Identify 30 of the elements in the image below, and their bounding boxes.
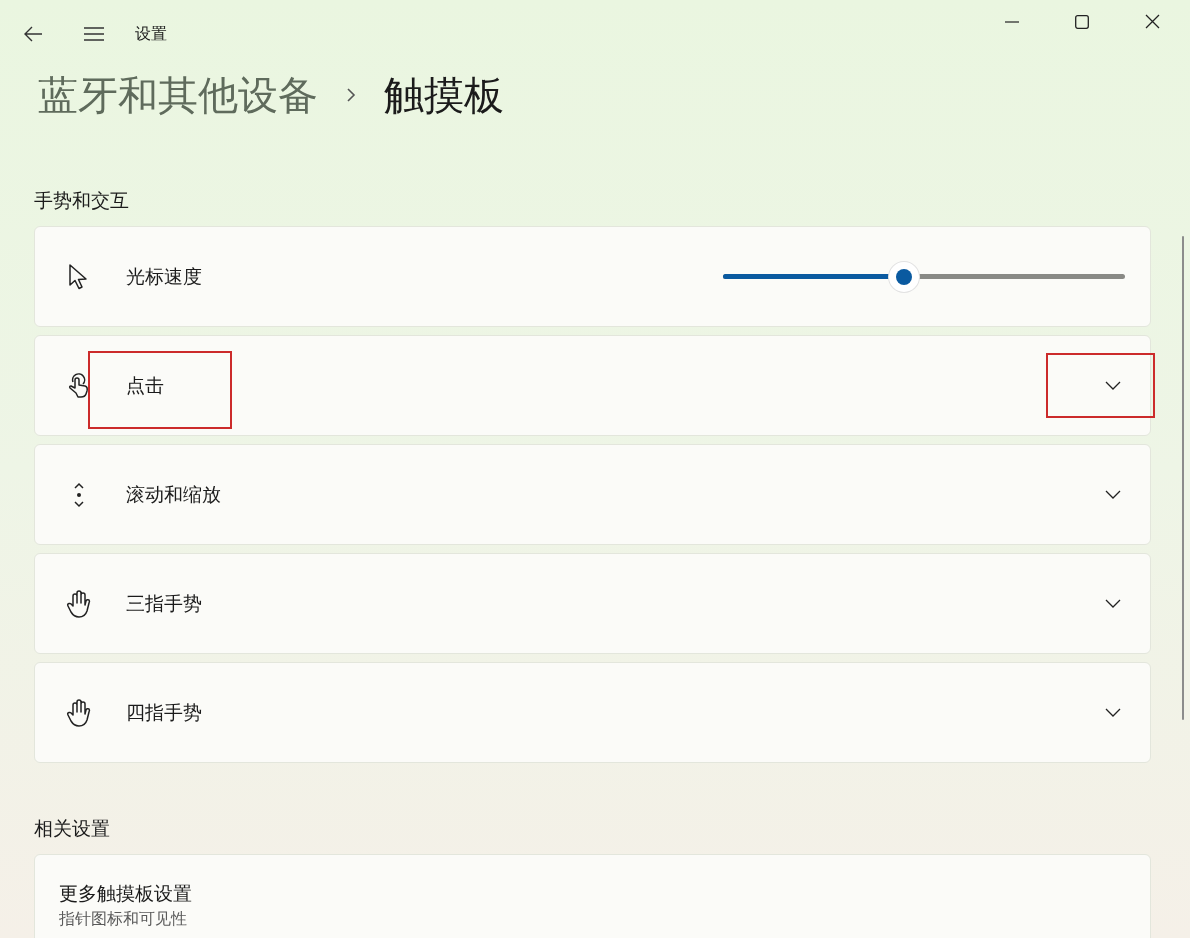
- hand-icon: [66, 698, 92, 727]
- setting-label: 滚动和缩放: [126, 481, 222, 507]
- chevron-down-icon[interactable]: [1105, 599, 1121, 608]
- window-title: 设置: [135, 23, 167, 45]
- setting-label: 光标速度: [126, 263, 203, 289]
- maximize-icon[interactable]: [1075, 14, 1089, 29]
- section-title: 手势和交互: [33, 188, 130, 212]
- settings-card[interactable]: 三指手势: [34, 553, 1151, 654]
- menu-icon[interactable]: [83, 26, 105, 42]
- page-title: 触摸板: [384, 70, 504, 120]
- minimize-icon[interactable]: [1005, 20, 1019, 23]
- chevron-down-icon[interactable]: [1105, 708, 1121, 717]
- chevron-down-icon[interactable]: [1105, 490, 1121, 499]
- setting-description: 指针图标和可见性: [59, 909, 188, 930]
- setting-label: 更多触摸板设置: [59, 881, 193, 906]
- scrollbar[interactable]: [1182, 236, 1184, 720]
- setting-label: 四指手势: [126, 699, 203, 725]
- section-title: 相关设置: [33, 816, 111, 840]
- hand-icon: [66, 589, 92, 618]
- settings-card[interactable]: 更多触摸板设置 指针图标和可见性: [34, 854, 1151, 938]
- breadcrumb-link[interactable]: 蓝牙和其他设备: [38, 67, 318, 123]
- settings-card[interactable]: 四指手势: [34, 662, 1151, 763]
- chevron-right-icon: [346, 87, 356, 103]
- setting-label: 三指手势: [126, 590, 203, 616]
- settings-card[interactable]: 滚动和缩放: [34, 444, 1151, 545]
- chevron-down-icon[interactable]: [1105, 381, 1121, 390]
- close-icon[interactable]: [1145, 14, 1160, 29]
- setting-label: 点击: [126, 372, 165, 398]
- back-icon[interactable]: [23, 26, 43, 42]
- slider-thumb[interactable]: [888, 262, 919, 292]
